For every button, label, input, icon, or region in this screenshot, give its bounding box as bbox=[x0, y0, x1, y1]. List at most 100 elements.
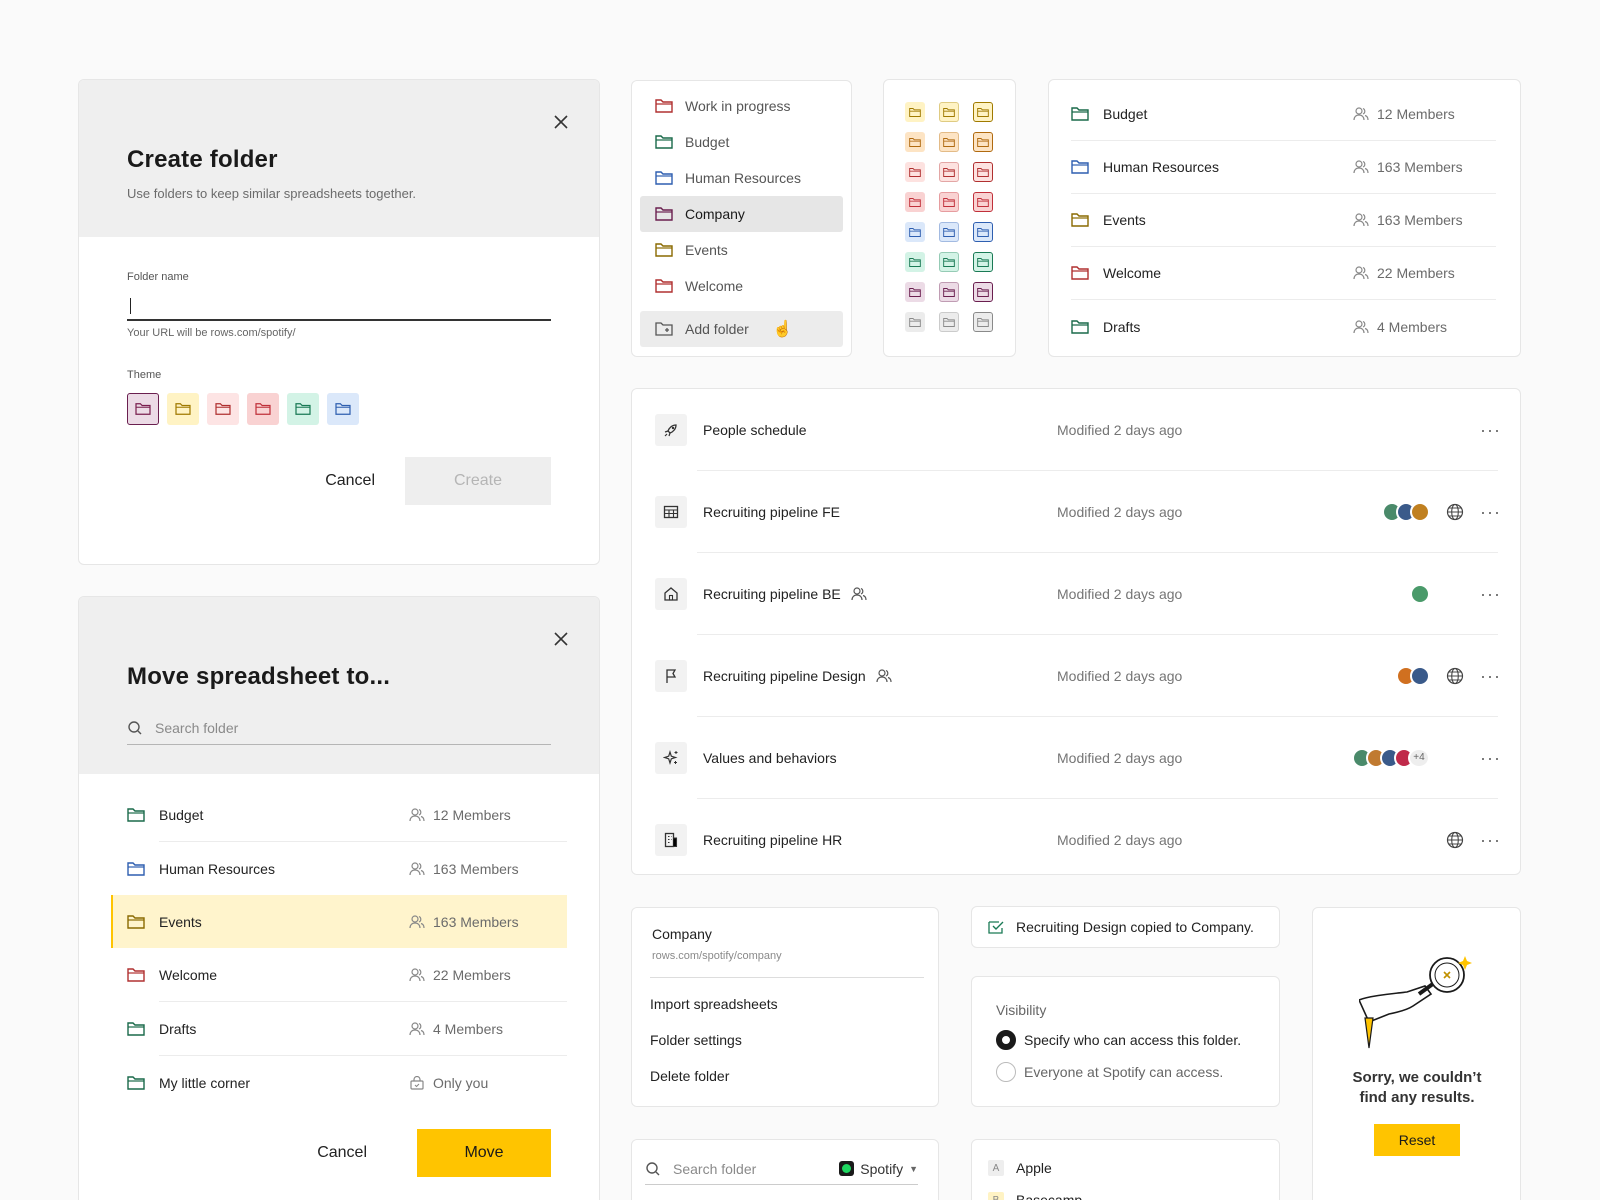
move-folder-row[interactable]: Drafts 4 Members bbox=[111, 1002, 567, 1055]
visibility-option[interactable]: Everyone at Spotify can access. bbox=[996, 1056, 1279, 1088]
company-item[interactable]: B Basecamp bbox=[988, 1184, 1279, 1200]
palette-swatch[interactable] bbox=[939, 162, 959, 182]
folder-menu-label: Welcome bbox=[685, 278, 744, 294]
folder-icon bbox=[909, 257, 921, 268]
palette-swatch[interactable] bbox=[905, 162, 925, 182]
globe-icon[interactable] bbox=[1446, 667, 1464, 685]
spreadsheet-row[interactable]: Values and behaviors Modified 2 days ago +… bbox=[655, 717, 1500, 798]
globe-icon[interactable] bbox=[1446, 831, 1464, 849]
add-folder-button[interactable]: Add folder ☝ bbox=[640, 311, 843, 347]
move-folder-row[interactable]: My little corner Only you bbox=[111, 1056, 567, 1109]
members-count: 163 Members bbox=[409, 861, 519, 877]
cancel-button[interactable]: Cancel bbox=[325, 472, 375, 490]
folder-row[interactable]: Events 163 Members bbox=[1071, 194, 1496, 247]
create-folder-header: Create folder Use folders to keep simila… bbox=[79, 80, 599, 237]
palette-swatch[interactable] bbox=[905, 312, 925, 332]
move-folder-row[interactable]: Welcome 22 Members bbox=[111, 948, 567, 1001]
company-item[interactable]: A Apple bbox=[988, 1152, 1279, 1184]
workspace-select[interactable]: Spotify ▼ bbox=[839, 1161, 918, 1177]
more-options-icon[interactable]: ··· bbox=[1480, 831, 1500, 849]
folder-row[interactable]: Human Resources 163 Members bbox=[1071, 141, 1496, 194]
folder-menu-item[interactable]: Events bbox=[640, 232, 843, 268]
folder-menu-item[interactable]: Human Resources bbox=[640, 160, 843, 196]
move-button[interactable]: Move bbox=[417, 1129, 551, 1177]
members-text: 163 Members bbox=[1377, 212, 1463, 228]
theme-swatch[interactable] bbox=[207, 393, 239, 425]
palette-swatch[interactable] bbox=[973, 192, 993, 212]
lock-icon bbox=[409, 1075, 425, 1090]
folder-row[interactable]: Welcome 22 Members bbox=[1071, 247, 1496, 300]
folder-row[interactable]: Budget 12 Members bbox=[1071, 88, 1496, 141]
folder-menu-item[interactable]: Work in progress bbox=[640, 88, 843, 124]
folder-icon bbox=[977, 167, 989, 178]
palette-swatch[interactable] bbox=[905, 102, 925, 122]
palette-swatch[interactable] bbox=[905, 192, 925, 212]
create-button[interactable]: Create bbox=[405, 457, 551, 505]
folder-menu-item[interactable]: Welcome bbox=[640, 268, 843, 304]
folder-name-field[interactable] bbox=[127, 293, 551, 321]
palette-swatch[interactable] bbox=[973, 282, 993, 302]
reset-button[interactable]: Reset bbox=[1374, 1124, 1460, 1156]
palette-swatch[interactable] bbox=[939, 312, 959, 332]
palette-swatch[interactable] bbox=[939, 282, 959, 302]
theme-swatch[interactable] bbox=[167, 393, 199, 425]
folder-icon bbox=[943, 257, 955, 268]
move-search-placeholder: Search folder bbox=[155, 719, 239, 736]
more-options-icon[interactable]: ··· bbox=[1480, 503, 1500, 521]
more-options-icon[interactable]: ··· bbox=[1480, 749, 1500, 767]
folder-menu-item[interactable]: Budget bbox=[640, 124, 843, 160]
radio-button[interactable] bbox=[996, 1062, 1016, 1082]
theme-swatch[interactable] bbox=[247, 393, 279, 425]
folder-search-panel: Search folder Spotify ▼ bbox=[631, 1139, 939, 1200]
palette-swatch[interactable] bbox=[973, 132, 993, 152]
more-options-icon[interactable]: ··· bbox=[1480, 421, 1500, 439]
palette-swatch[interactable] bbox=[973, 162, 993, 182]
members-text: 22 Members bbox=[1377, 265, 1455, 281]
theme-swatch[interactable] bbox=[287, 393, 319, 425]
radio-button[interactable] bbox=[996, 1030, 1016, 1050]
theme-swatch[interactable] bbox=[127, 393, 159, 425]
create-folder-modal: Create folder Use folders to keep simila… bbox=[78, 79, 600, 565]
palette-swatch[interactable] bbox=[905, 282, 925, 302]
visibility-label: Visibility bbox=[996, 1002, 1047, 1018]
theme-swatch[interactable] bbox=[327, 393, 359, 425]
palette-swatch[interactable] bbox=[939, 222, 959, 242]
palette-swatch[interactable] bbox=[939, 252, 959, 272]
context-menu-item[interactable]: Delete folder bbox=[650, 1058, 924, 1094]
palette-swatch[interactable] bbox=[973, 252, 993, 272]
palette-swatch[interactable] bbox=[939, 132, 959, 152]
context-menu-item[interactable]: Folder settings bbox=[650, 1022, 924, 1058]
spreadsheet-row[interactable]: Recruiting pipeline HR Modified 2 days ag… bbox=[655, 799, 1500, 874]
palette-swatch[interactable] bbox=[905, 252, 925, 272]
move-folder-row[interactable]: Events 163 Members bbox=[111, 895, 567, 948]
palette-swatch[interactable] bbox=[939, 102, 959, 122]
spreadsheet-row[interactable]: Recruiting pipeline BE Modified 2 days ag… bbox=[655, 553, 1500, 634]
palette-swatch[interactable] bbox=[973, 312, 993, 332]
context-menu-item[interactable]: Import spreadsheets bbox=[650, 986, 924, 1022]
more-options-icon[interactable]: ··· bbox=[1480, 667, 1500, 685]
globe-icon[interactable] bbox=[1446, 503, 1464, 521]
palette-swatch[interactable] bbox=[905, 222, 925, 242]
spreadsheet-row[interactable]: People schedule Modified 2 days ago ··· bbox=[655, 389, 1500, 470]
members-text: 163 Members bbox=[433, 860, 519, 877]
spreadsheet-row[interactable]: Recruiting pipeline Design Modified 2 day… bbox=[655, 635, 1500, 716]
palette-swatch[interactable] bbox=[905, 132, 925, 152]
move-folder-row[interactable]: Budget 12 Members bbox=[111, 788, 567, 841]
cancel-button[interactable]: Cancel bbox=[317, 1144, 367, 1162]
more-options-icon[interactable]: ··· bbox=[1480, 585, 1500, 603]
palette-swatch[interactable] bbox=[939, 192, 959, 212]
move-folder-row[interactable]: Human Resources 163 Members bbox=[111, 842, 567, 895]
folder-row[interactable]: Drafts 4 Members bbox=[1071, 300, 1496, 353]
people-icon bbox=[409, 861, 425, 876]
folder-search-field[interactable]: Search folder Spotify ▼ bbox=[645, 1153, 918, 1185]
move-search-field[interactable]: Search folder bbox=[127, 711, 551, 745]
palette-swatch[interactable] bbox=[973, 102, 993, 122]
table-icon bbox=[655, 495, 687, 528]
palette-swatch[interactable] bbox=[973, 222, 993, 242]
close-icon[interactable] bbox=[551, 112, 571, 132]
close-icon[interactable] bbox=[551, 629, 571, 649]
visibility-option[interactable]: Specify who can access this folder. bbox=[996, 1024, 1279, 1056]
folder-menu-item[interactable]: Company bbox=[640, 196, 843, 232]
modified-text: Modified 2 days ago bbox=[1057, 585, 1183, 602]
spreadsheet-row[interactable]: Recruiting pipeline FE Modified 2 days ag… bbox=[655, 471, 1500, 552]
